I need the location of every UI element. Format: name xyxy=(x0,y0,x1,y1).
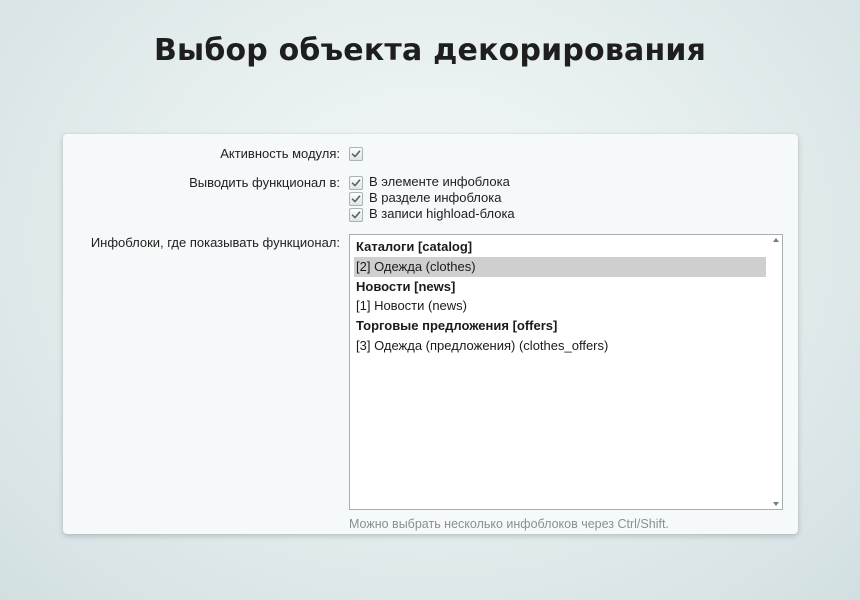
page-title: Выбор объекта декорирования xyxy=(153,33,707,68)
list-option[interactable]: [2] Одежда (clothes) xyxy=(354,256,766,277)
iblocks-label: Инфоблоки, где показывать функционал: xyxy=(90,235,340,250)
checkmark-icon xyxy=(351,150,361,158)
iblocks-multiselect[interactable]: Каталоги [catalog] [2] Одежда (clothes) Но… xyxy=(349,234,783,510)
checkmark-icon xyxy=(351,179,361,187)
output-element-label[interactable]: В элементе инфоблока xyxy=(369,174,510,189)
settings-panel: Активность модуля: Выводить функционал в… xyxy=(63,134,798,534)
list-option[interactable]: [3] Одежда (предложения) (clothes_offers… xyxy=(354,336,766,356)
iblocks-option-list: Каталоги [catalog] [2] Одежда (clothes) Но… xyxy=(354,237,766,356)
module-active-label: Активность модуля: xyxy=(220,146,340,161)
output-section-checkbox[interactable] xyxy=(349,192,363,206)
optgroup-label: Новости [news] xyxy=(356,278,456,294)
output-highload-label[interactable]: В записи highload-блока xyxy=(369,206,515,221)
output-highload-checkbox[interactable] xyxy=(349,208,363,222)
optgroup-label: Каталоги [catalog] xyxy=(356,239,473,254)
scroll-down-arrow-icon[interactable] xyxy=(773,502,779,506)
scroll-up-arrow-icon[interactable] xyxy=(773,238,779,242)
checkmark-icon xyxy=(351,195,361,203)
output-section-label[interactable]: В разделе инфоблока xyxy=(369,190,501,205)
output-in-label: Выводить функционал в: xyxy=(189,175,340,190)
list-option[interactable]: [1] Новости (news) xyxy=(354,296,766,316)
optgroup-label: Торговые предложения [offers] xyxy=(356,318,558,334)
iblocks-hint: Можно выбрать несколько инфоблоков через… xyxy=(349,517,669,531)
module-active-checkbox[interactable] xyxy=(349,147,363,161)
checkmark-icon xyxy=(351,211,361,219)
output-element-checkbox[interactable] xyxy=(349,176,363,190)
